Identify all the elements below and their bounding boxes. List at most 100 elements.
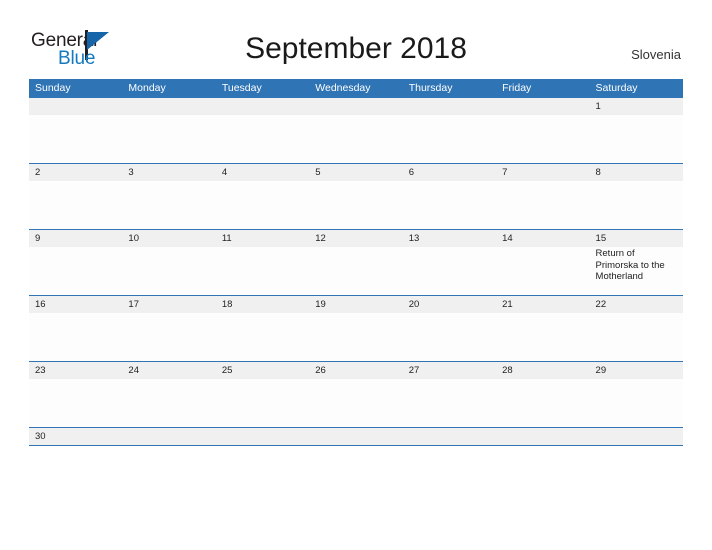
day-cell[interactable] (216, 247, 309, 295)
day-number[interactable]: 29 (590, 362, 683, 379)
country-label: Slovenia (631, 47, 681, 62)
day-number[interactable]: 27 (403, 362, 496, 379)
day-number[interactable] (590, 428, 683, 445)
week-row: 30 (29, 428, 683, 446)
day-cell[interactable] (590, 181, 683, 229)
day-cell[interactable] (496, 313, 589, 361)
day-cell[interactable] (403, 181, 496, 229)
day-number[interactable]: 23 (29, 362, 122, 379)
day-cell[interactable] (29, 313, 122, 361)
day-number[interactable]: 26 (309, 362, 402, 379)
day-number[interactable] (403, 98, 496, 115)
week-row: 16 17 18 19 20 21 22 (29, 296, 683, 362)
weekday-thursday: Thursday (408, 82, 453, 94)
day-number[interactable]: 19 (309, 296, 402, 313)
week-event-row (29, 181, 683, 229)
day-cell[interactable] (216, 181, 309, 229)
day-cell[interactable] (403, 313, 496, 361)
day-cell[interactable] (496, 379, 589, 427)
weekday-saturday: Saturday (595, 82, 638, 94)
calendar-page: General Blue September 2018 Slovenia Sun… (0, 0, 712, 550)
day-number[interactable]: 6 (403, 164, 496, 181)
week-event-row (29, 379, 683, 427)
weekday-friday: Friday (502, 82, 532, 94)
day-number[interactable]: 30 (29, 428, 122, 445)
day-number[interactable]: 18 (216, 296, 309, 313)
day-number[interactable]: 22 (590, 296, 683, 313)
day-cell[interactable] (216, 379, 309, 427)
day-number[interactable]: 13 (403, 230, 496, 247)
day-number[interactable]: 2 (29, 164, 122, 181)
day-number[interactable] (29, 98, 122, 115)
week-date-strip: 1 (29, 98, 683, 115)
day-number[interactable]: 3 (122, 164, 215, 181)
day-cell[interactable] (403, 379, 496, 427)
day-cell[interactable] (309, 379, 402, 427)
day-number[interactable] (122, 428, 215, 445)
day-number[interactable]: 10 (122, 230, 215, 247)
week-event-row: Return of Primorska to the Motherland (29, 247, 683, 295)
day-cell[interactable] (29, 379, 122, 427)
day-cell[interactable] (216, 115, 309, 163)
day-number[interactable] (403, 428, 496, 445)
day-number[interactable] (216, 98, 309, 115)
day-cell[interactable] (29, 181, 122, 229)
page-title: September 2018 (245, 32, 467, 65)
day-cell[interactable] (122, 379, 215, 427)
day-number[interactable]: 21 (496, 296, 589, 313)
day-cell[interactable] (496, 115, 589, 163)
day-cell[interactable] (122, 181, 215, 229)
day-number[interactable]: 25 (216, 362, 309, 379)
page-header: General Blue September 2018 Slovenia (0, 0, 712, 78)
week-row: 9 10 11 12 13 14 15 Return of Primorska … (29, 230, 683, 296)
day-number[interactable]: 16 (29, 296, 122, 313)
day-cell[interactable] (403, 115, 496, 163)
day-number[interactable] (216, 428, 309, 445)
day-number[interactable]: 4 (216, 164, 309, 181)
day-cell[interactable] (590, 379, 683, 427)
day-cell[interactable] (309, 181, 402, 229)
day-cell[interactable] (590, 313, 683, 361)
day-number[interactable]: 28 (496, 362, 589, 379)
day-cell[interactable] (122, 313, 215, 361)
day-cell[interactable] (496, 247, 589, 295)
week-event-row (29, 115, 683, 163)
day-number[interactable]: 20 (403, 296, 496, 313)
day-cell[interactable] (309, 247, 402, 295)
weekday-sunday: Sunday (35, 82, 71, 94)
day-cell[interactable] (122, 247, 215, 295)
day-number[interactable] (309, 98, 402, 115)
day-cell[interactable] (29, 115, 122, 163)
day-number[interactable]: 9 (29, 230, 122, 247)
day-number[interactable]: 12 (309, 230, 402, 247)
week-date-strip: 2 3 4 5 6 7 8 (29, 164, 683, 181)
day-cell[interactable] (496, 181, 589, 229)
day-number[interactable]: 5 (309, 164, 402, 181)
day-number[interactable]: 1 (590, 98, 683, 115)
week-event-row (29, 313, 683, 361)
day-number[interactable] (496, 428, 589, 445)
week-row: 23 24 25 26 27 28 29 (29, 362, 683, 428)
day-number[interactable]: 14 (496, 230, 589, 247)
day-cell[interactable] (309, 115, 402, 163)
day-cell[interactable] (309, 313, 402, 361)
day-event: Return of Primorska to the Motherland (595, 248, 665, 282)
weekday-monday: Monday (128, 82, 166, 94)
day-number[interactable] (309, 428, 402, 445)
day-number[interactable]: 7 (496, 164, 589, 181)
day-number[interactable]: 8 (590, 164, 683, 181)
day-cell-holiday[interactable]: Return of Primorska to the Motherland (590, 247, 683, 295)
day-cell[interactable] (590, 115, 683, 163)
day-number[interactable]: 11 (216, 230, 309, 247)
week-date-strip: 30 (29, 428, 683, 445)
day-number[interactable] (496, 98, 589, 115)
day-number[interactable] (122, 98, 215, 115)
day-cell[interactable] (122, 115, 215, 163)
day-number[interactable]: 24 (122, 362, 215, 379)
day-cell[interactable] (403, 247, 496, 295)
day-number[interactable]: 15 (590, 230, 683, 247)
day-cell[interactable] (216, 313, 309, 361)
day-number[interactable]: 17 (122, 296, 215, 313)
day-cell[interactable] (29, 247, 122, 295)
week-date-strip: 16 17 18 19 20 21 22 (29, 296, 683, 313)
